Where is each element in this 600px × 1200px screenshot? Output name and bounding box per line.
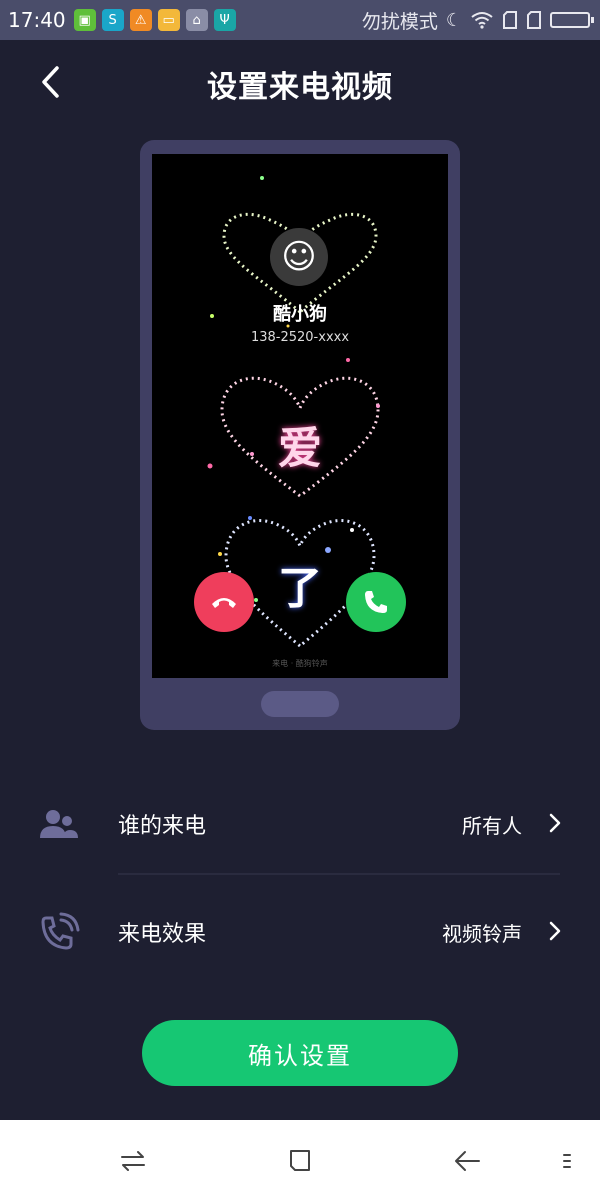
page-title: 设置来电视频	[207, 70, 393, 105]
caller-number: 138-2520-xxxx	[250, 330, 350, 345]
decline-call-button[interactable]	[194, 572, 254, 632]
setting-value-call-effect: 视频铃声	[442, 922, 522, 946]
setting-label-who-calls: 谁的来电	[118, 814, 207, 839]
contacts-icon	[40, 810, 78, 838]
status-time: 17:40	[8, 8, 66, 32]
status-bar: 17:40 ▣ S ⚠ ▭ ⌂ Ψ 勿扰模式 ☾	[0, 0, 600, 40]
divider	[118, 873, 560, 875]
notification-icons: ▣ S ⚠ ▭ ⌂ Ψ	[73, 9, 236, 31]
setting-label-call-effect: 来电效果	[118, 922, 207, 947]
brush-icon: ⌂	[185, 9, 208, 31]
phone-preview-frame: ☺ 酷小狗 138-2520-xxxx 爱 了 来电 · 酷狗铃声	[140, 140, 460, 730]
hang-up-icon	[212, 598, 236, 608]
app-store-icon: ▣	[73, 9, 96, 31]
sim1-icon	[503, 11, 517, 29]
chevron-right-icon	[549, 921, 561, 941]
home-square-icon	[290, 1150, 310, 1171]
chevron-right-icon	[549, 813, 561, 833]
phone-icon	[365, 591, 387, 613]
folder-icon: ▭	[157, 9, 180, 31]
battery-icon	[550, 12, 594, 28]
wifi-icon	[471, 12, 493, 29]
navigation-bar	[0, 1120, 600, 1200]
usb-icon: Ψ	[213, 9, 236, 31]
setting-value-who-calls: 所有人	[462, 814, 522, 838]
menu-icon	[563, 1154, 571, 1168]
status-right: 勿扰模式 ☾	[361, 7, 594, 34]
heart-text-love: 爱	[278, 423, 322, 474]
dnd-label: 勿扰模式	[361, 10, 438, 33]
moon-icon: ☾	[445, 9, 462, 31]
phone-home-key	[261, 691, 339, 717]
sim2-icon	[527, 11, 541, 29]
accept-call-button[interactable]	[346, 572, 406, 632]
switch-apps-icon	[121, 1151, 145, 1171]
home-button[interactable]	[283, 1144, 317, 1178]
setting-row-call-effect[interactable]: 来电效果 视频铃声	[0, 882, 600, 982]
switch-apps-button[interactable]	[116, 1144, 150, 1178]
back-nav-button[interactable]	[450, 1144, 484, 1178]
back-arrow-icon	[455, 1151, 480, 1171]
confirm-settings-button[interactable]: 确认设置	[142, 1020, 458, 1086]
setting-row-who-calls[interactable]: 谁的来电 所有人	[0, 774, 600, 874]
header: 设置来电视频	[0, 40, 600, 124]
caller-avatar: ☺	[270, 228, 328, 286]
watermark: 来电 · 酷狗铃声	[272, 659, 328, 668]
video-preview[interactable]: ☺ 酷小狗 138-2520-xxxx 爱 了 来电 · 酷狗铃声	[152, 154, 448, 678]
menu-button[interactable]	[550, 1144, 584, 1178]
ringing-phone-icon	[41, 912, 80, 950]
warning-icon: ⚠	[129, 9, 152, 31]
swirl-app-icon: S	[101, 9, 124, 31]
caller-name: 酷小狗	[273, 304, 327, 325]
